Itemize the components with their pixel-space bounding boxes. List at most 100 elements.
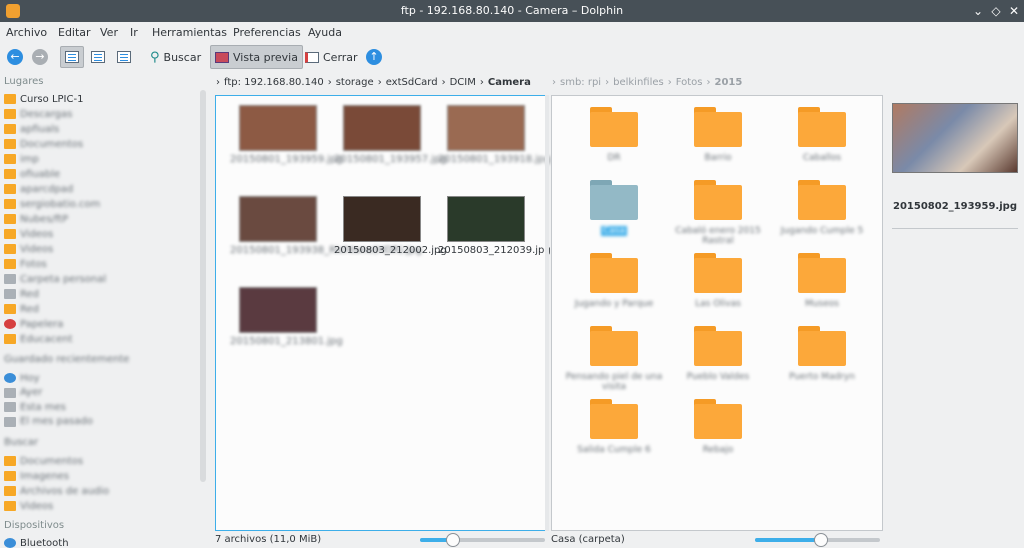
sidebar-scrollbar[interactable] (200, 90, 206, 482)
sidebar-item[interactable]: Red (4, 287, 39, 301)
folder-icon (4, 184, 16, 194)
folder-icon[interactable] (590, 253, 638, 293)
folder-icon[interactable] (590, 399, 638, 439)
folder-icon[interactable] (798, 253, 846, 293)
folder-icon[interactable] (798, 180, 846, 220)
pane-scrollbar[interactable] (545, 95, 549, 531)
folder-icon[interactable] (590, 107, 638, 147)
crumb-root[interactable]: ftp: 192.168.80.140 (224, 77, 324, 88)
folder-body (798, 258, 846, 293)
folder-icon[interactable] (694, 399, 742, 439)
forward-button[interactable]: → (32, 45, 48, 69)
sidebar-item[interactable]: Red (4, 302, 39, 316)
photo-thumbnail[interactable] (447, 196, 525, 242)
maximize-icon[interactable]: ◇ (988, 3, 1004, 19)
menu-herramientas[interactable]: Herramientas (152, 26, 227, 39)
crumb-storage[interactable]: storage (336, 77, 374, 88)
folder-icon[interactable] (694, 107, 742, 147)
left-file-pane[interactable]: 20150801_193959.jpg 20150801_193957.jpg 20… (215, 95, 551, 531)
photo-thumbnail[interactable] (239, 105, 317, 151)
folder-icon (4, 373, 16, 383)
photo-thumbnail[interactable] (343, 105, 421, 151)
sidebar-item[interactable]: Archivos de audio (4, 484, 109, 498)
crumb-current[interactable]: 2015 (714, 77, 742, 88)
sidebar-item[interactable]: imp (4, 152, 39, 166)
crumb-fotos[interactable]: Fotos (676, 77, 703, 88)
folder-icon[interactable] (694, 180, 742, 220)
crumb-belkinfiles[interactable]: belkinfiles (613, 77, 664, 88)
minimize-icon[interactable]: ⌄ (970, 3, 986, 19)
devices-header: Dispositivos (4, 520, 65, 531)
close-split-button[interactable]: Cerrar (305, 45, 358, 69)
chevron-right-icon: › (327, 76, 332, 88)
sidebar-item[interactable]: apfiuals (4, 122, 59, 136)
zoom-slider-handle[interactable] (446, 533, 460, 547)
folder-icon[interactable] (798, 107, 846, 147)
zoom-slider-left[interactable] (420, 533, 545, 547)
sidebar-item[interactable]: ofiuable (4, 167, 60, 181)
sidebar-item-label: Hoy (20, 372, 40, 384)
sidebar-item[interactable]: Ayer (4, 386, 42, 400)
zoom-slider-right[interactable] (755, 533, 880, 547)
crumb-root[interactable]: smb: rpi (560, 77, 601, 88)
right-folder-pane[interactable]: DR Barrio Caballos Casa Cabaló enero 2015 Ra… (551, 95, 883, 531)
back-button[interactable]: ← (7, 45, 23, 69)
sidebar-item[interactable]: Papelera (4, 317, 63, 331)
photo-thumbnail[interactable] (447, 105, 525, 151)
folder-icon[interactable] (798, 326, 846, 366)
sidebar-item[interactable]: Nubes/ftP (4, 212, 68, 226)
chevron-right-icon: › (216, 76, 220, 88)
compact-view-button[interactable] (86, 46, 110, 68)
menu-archivo[interactable]: Archivo (6, 26, 47, 39)
photo-thumbnail[interactable] (343, 196, 421, 242)
menu-ayuda[interactable]: Ayuda (308, 26, 342, 39)
sidebar-item[interactable]: El mes pasado (4, 415, 93, 429)
sidebar-item[interactable]: Documentos (4, 137, 83, 151)
folder-icon[interactable] (694, 253, 742, 293)
photo-thumbnail[interactable] (239, 196, 317, 242)
sidebar-item[interactable]: Documentos (4, 454, 83, 468)
sidebar-item[interactable]: Curso LPIC-1 (4, 92, 83, 106)
chevron-right-icon: › (605, 76, 610, 88)
menu-ver[interactable]: Ver (100, 26, 118, 39)
icons-view-button[interactable] (60, 46, 84, 68)
sidebar-item[interactable]: aparcdpad (4, 182, 73, 196)
folder-name-label: Las Olivas (695, 299, 741, 309)
folder-icon (4, 319, 16, 329)
crumb-current[interactable]: Camera (488, 77, 531, 88)
sidebar-item[interactable]: Videos (4, 242, 53, 256)
sidebar-item[interactable]: Videos (4, 227, 53, 241)
photo-thumbnail[interactable] (239, 287, 317, 333)
details-view-button[interactable] (112, 46, 136, 68)
sidebar-item[interactable]: Videos (4, 499, 53, 513)
folder-body (798, 331, 846, 366)
menu-editar[interactable]: Editar (58, 26, 91, 39)
close-window-icon[interactable]: ✕ (1006, 3, 1022, 19)
sidebar-item[interactable]: Imagenes (4, 469, 69, 483)
folder-icon (4, 94, 16, 104)
sidebar-item[interactable]: Carpeta personal (4, 272, 106, 286)
sidebar-item[interactable]: Descargas (4, 107, 72, 121)
zoom-slider-handle[interactable] (814, 533, 828, 547)
folder-icon[interactable] (590, 326, 638, 366)
folder-icon[interactable] (694, 326, 742, 366)
folder-body (590, 404, 638, 439)
folder-name-label: Rebajo (702, 445, 734, 455)
preview-button[interactable]: Vista previa (210, 45, 303, 69)
sidebar-item[interactable]: Esta mes (4, 400, 66, 414)
folder-icon[interactable] (590, 180, 638, 220)
crumb-extsdcard[interactable]: extSdCard (386, 77, 438, 88)
search-button[interactable]: ⚲ Buscar (150, 45, 201, 69)
menu-preferencias[interactable]: Preferencias (233, 26, 301, 39)
go-up-button[interactable]: ↑ (366, 45, 382, 69)
sidebar-item[interactable]: Educacent (4, 332, 73, 346)
menu-ir[interactable]: Ir (130, 26, 138, 39)
chevron-right-icon: › (479, 76, 484, 88)
folder-name-label: Pensando piel de una visita (565, 372, 663, 392)
sidebar-item[interactable]: Fotos (4, 257, 47, 271)
chevron-right-icon: › (441, 76, 446, 88)
sidebar-item[interactable]: Hoy (4, 371, 40, 385)
sidebar-item[interactable]: sergiobatio.com (4, 197, 100, 211)
compact-view-icon (91, 51, 105, 63)
crumb-dcim[interactable]: DCIM (450, 77, 476, 88)
